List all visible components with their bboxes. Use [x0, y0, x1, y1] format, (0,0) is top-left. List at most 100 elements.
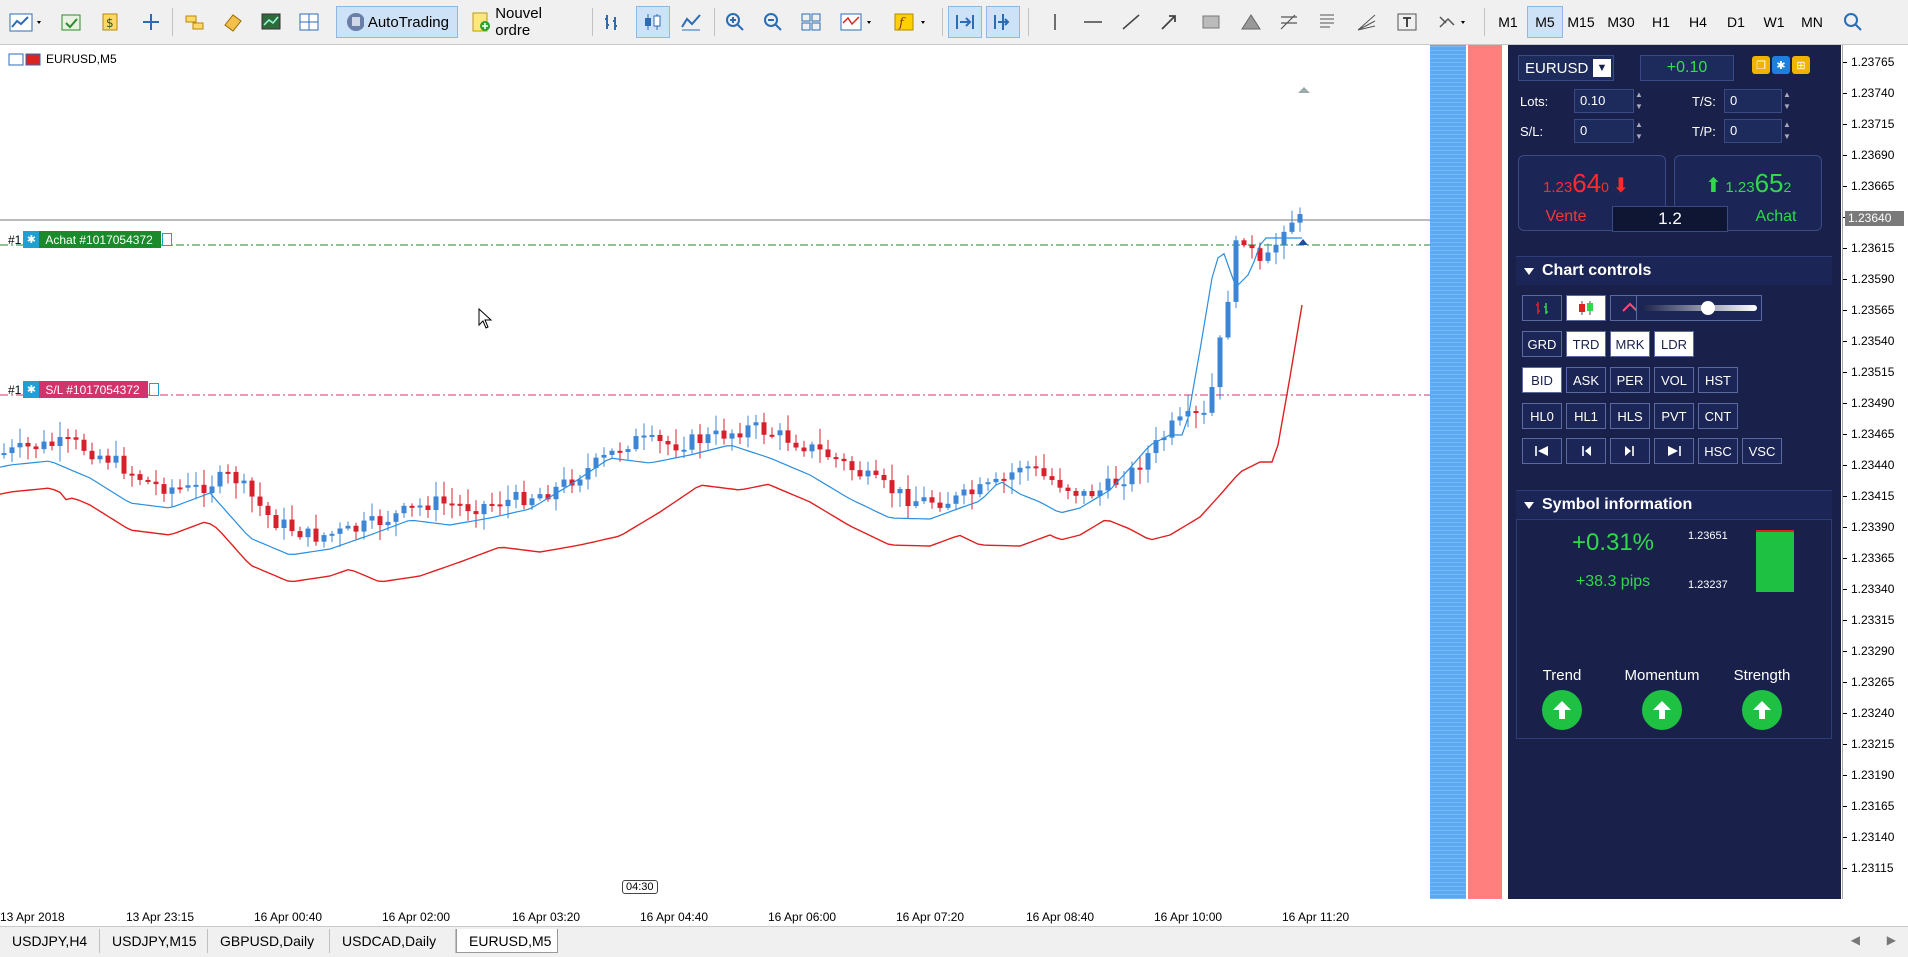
buy-order-label[interactable]: #1 ✱ Achat #1017054372	[8, 231, 172, 248]
market-watch-icon[interactable]: $	[96, 6, 126, 38]
vertical-line-icon[interactable]	[1040, 6, 1070, 38]
timeframe-mn[interactable]: MN	[1794, 6, 1830, 38]
gann-tools-icon[interactable]	[1314, 6, 1344, 38]
timeframe-m30[interactable]: M30	[1603, 6, 1639, 38]
timeframe-m1[interactable]: M1	[1490, 6, 1526, 38]
grd-button[interactable]: GRD	[1522, 331, 1562, 357]
timeframe-h4[interactable]: H4	[1680, 6, 1716, 38]
price-scale[interactable]: 1.23765 1.23740 1.23715 1.23690 1.23665 1.236…	[1842, 45, 1908, 899]
zoom-slider[interactable]	[1636, 295, 1762, 321]
tab-usdcad-daily[interactable]: USDCAD,Daily	[330, 929, 456, 953]
ts-spinner[interactable]: ▲ ▼	[1782, 89, 1792, 113]
price-chart[interactable]	[0, 45, 1430, 899]
per-button[interactable]: PER	[1610, 367, 1650, 393]
expand-icon[interactable]: ⊞	[1792, 56, 1810, 74]
candle-body	[449, 503, 455, 506]
candle-body	[417, 505, 423, 508]
bars-mode-icon[interactable]	[1522, 295, 1562, 321]
hls-button[interactable]: HLS	[1610, 403, 1650, 429]
order-drag-handle[interactable]	[161, 233, 172, 246]
chart-shift-icon[interactable]	[948, 6, 982, 38]
more-objects-icon[interactable]	[1432, 6, 1476, 38]
timeframe-d1[interactable]: D1	[1718, 6, 1754, 38]
auto-scroll-icon[interactable]	[986, 6, 1020, 38]
candlestick-chart-icon[interactable]	[636, 6, 670, 38]
rectangle-tool-icon[interactable]	[1196, 6, 1226, 38]
arrow-tool-icon[interactable]	[1154, 6, 1184, 38]
new-order-button[interactable]: Nouvel ordre	[462, 5, 586, 39]
search-icon[interactable]	[1838, 6, 1868, 38]
tp-spinner[interactable]: ▲ ▼	[1782, 119, 1792, 143]
tab-usdjpy-h4[interactable]: USDJPY,H4	[0, 929, 100, 953]
step-back-icon[interactable]	[1566, 438, 1606, 464]
stop-loss-label[interactable]: #1 ✱ S/L #1017054372	[8, 381, 159, 398]
new-chart-icon[interactable]	[4, 6, 48, 38]
symbol-select[interactable]: EURUSD ▼	[1518, 55, 1614, 81]
candle-body	[169, 487, 175, 494]
indicators-list-icon[interactable]	[834, 6, 882, 38]
terminal-icon[interactable]	[218, 6, 248, 38]
tab-eurusd-m5[interactable]: EURUSD,M5	[456, 929, 558, 953]
hl1-button[interactable]: HL1	[1566, 403, 1606, 429]
zoom-out-icon[interactable]	[758, 6, 788, 38]
lots-spinner[interactable]: ▲ ▼	[1634, 89, 1644, 113]
timeframe-m15[interactable]: M15	[1563, 6, 1599, 38]
vsc-button[interactable]: VSC	[1742, 438, 1782, 464]
zoom-in-icon[interactable]	[720, 6, 750, 38]
candles-mode-icon[interactable]	[1566, 295, 1606, 321]
bid-button[interactable]: BID	[1522, 367, 1562, 393]
triangle-tool-icon[interactable]	[1236, 6, 1266, 38]
timeframe-m5[interactable]: M5	[1527, 6, 1563, 38]
scroll-to-end-icon[interactable]	[1654, 438, 1694, 464]
mrk-button[interactable]: MRK	[1610, 331, 1650, 357]
autotrading-button[interactable]: AutoTrading	[336, 6, 458, 38]
crosshair-icon[interactable]	[136, 6, 166, 38]
trd-button[interactable]: TRD	[1566, 331, 1606, 357]
tab-scroll-right-icon[interactable]: ▶	[1887, 933, 1896, 947]
sl-spinner[interactable]: ▲ ▼	[1634, 119, 1644, 143]
pvt-button[interactable]: PVT	[1654, 403, 1694, 429]
profiles-icon[interactable]	[56, 6, 86, 38]
trailing-stop-input[interactable]: 0	[1724, 89, 1782, 113]
cnt-button[interactable]: CNT	[1698, 403, 1738, 429]
trendline-icon[interactable]	[1116, 6, 1146, 38]
zoom-slider-thumb[interactable]	[1701, 301, 1715, 315]
hsc-button[interactable]: HSC	[1698, 438, 1738, 464]
order-drag-handle[interactable]	[148, 383, 159, 396]
take-profit-input[interactable]: 0	[1724, 119, 1782, 143]
horizontal-line-icon[interactable]	[1078, 6, 1108, 38]
data-window-icon[interactable]	[256, 6, 286, 38]
expert-advisors-icon[interactable]: f	[888, 6, 936, 38]
tab-scroll-left-icon[interactable]: ◀	[1851, 933, 1860, 947]
copy-icon[interactable]: ❐	[1752, 56, 1770, 74]
chevron-down-icon[interactable]: ▼	[1593, 59, 1611, 77]
symbol-info-header[interactable]: Symbol information	[1516, 490, 1832, 519]
text-tool-icon[interactable]	[1392, 6, 1422, 38]
tab-usdjpy-m15[interactable]: USDJPY,M15	[100, 929, 208, 953]
order-gear-icon[interactable]: ✱	[23, 381, 40, 398]
ldr-button[interactable]: LDR	[1654, 331, 1694, 357]
scroll-to-start-icon[interactable]	[1522, 438, 1562, 464]
stop-loss-input[interactable]: 0	[1574, 119, 1634, 143]
timeframe-w1[interactable]: W1	[1756, 6, 1792, 38]
step-forward-icon[interactable]	[1610, 438, 1650, 464]
line-chart-icon[interactable]	[676, 6, 706, 38]
lots-input[interactable]: 0.10	[1574, 89, 1634, 113]
hl0-button[interactable]: HL0	[1522, 403, 1562, 429]
settings-gear-icon[interactable]: ✱	[1772, 56, 1790, 74]
tab-gbpusd-daily[interactable]: GBPUSD,Daily	[208, 929, 330, 953]
order-gear-icon[interactable]: ✱	[23, 231, 40, 248]
navigator-icon[interactable]	[180, 6, 210, 38]
tester-icon[interactable]	[294, 6, 324, 38]
fibo-fan-icon[interactable]	[1352, 6, 1382, 38]
chart-controls-header[interactable]: Chart controls	[1516, 256, 1832, 285]
tile-windows-icon[interactable]	[796, 6, 826, 38]
bar-chart-icon[interactable]	[598, 6, 628, 38]
vol-button[interactable]: VOL	[1654, 367, 1694, 393]
ask-button[interactable]: ASK	[1566, 367, 1606, 393]
hst-button[interactable]: HST	[1698, 367, 1738, 393]
fibonacci-icon[interactable]	[1274, 6, 1304, 38]
timeframe-h1[interactable]: H1	[1643, 6, 1679, 38]
candle-body	[785, 430, 791, 443]
candle-body	[833, 457, 839, 460]
